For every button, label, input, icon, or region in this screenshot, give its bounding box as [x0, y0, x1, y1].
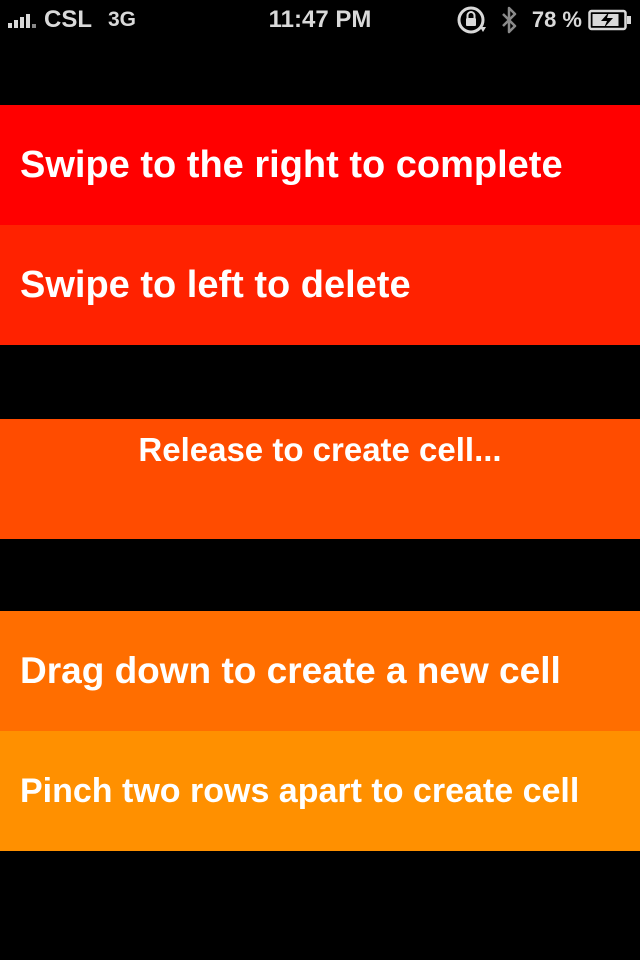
status-bar: CSL 3G 11:47 PM 78 % [0, 0, 640, 40]
todo-cell-drag-down[interactable]: Drag down to create a new cell [0, 611, 640, 731]
status-bar-right: 78 % [456, 6, 632, 34]
cell-label: Drag down to create a new cell [20, 650, 561, 691]
cell-label: Swipe to the right to complete [20, 143, 563, 186]
cell-label: Swipe to left to delete [20, 263, 411, 306]
cell-label: Release to create cell... [138, 431, 502, 468]
orientation-lock-icon [456, 5, 486, 35]
todo-cell-swipe-left[interactable]: Swipe to left to delete [0, 225, 640, 345]
bluetooth-icon [500, 5, 518, 35]
new-cell-placeholder[interactable]: Release to create cell... [0, 419, 640, 539]
todo-cell-swipe-right[interactable]: Swipe to the right to complete [0, 105, 640, 225]
cell-label: Pinch two rows apart to create cell [20, 771, 580, 810]
battery-percentage: 78 % [531, 7, 582, 32]
battery-charging-icon [588, 8, 632, 32]
todo-cell-pinch[interactable]: Pinch two rows apart to create cell [0, 731, 640, 851]
